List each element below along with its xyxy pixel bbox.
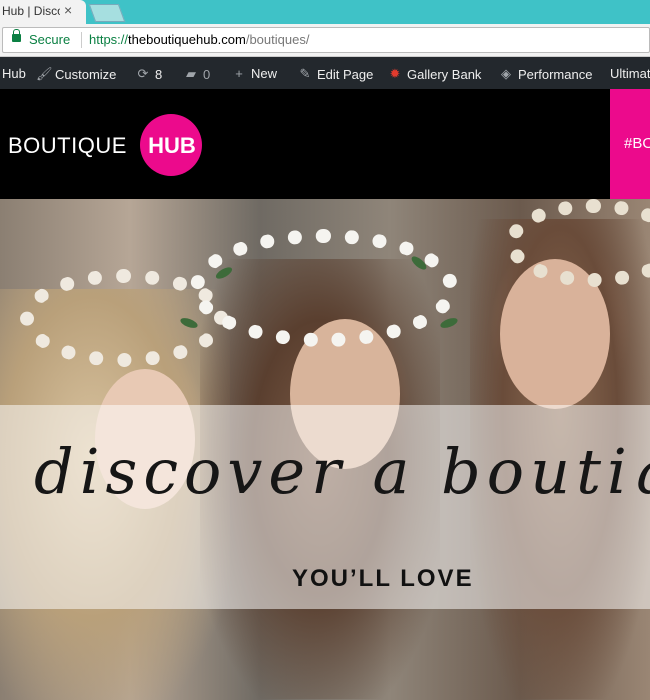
hashtag-text: #BO xyxy=(624,135,650,152)
wp-admin-bar: Hub 🖌 Customize ⟳ 8 ▰ 0 + New ✎ Edit Pag… xyxy=(0,57,650,89)
adminbar-performance-label: Performance xyxy=(518,66,593,82)
address-divider xyxy=(81,32,82,48)
new-tab-button[interactable] xyxy=(88,4,126,22)
pencil-icon: ✎ xyxy=(299,66,311,81)
lock-icon xyxy=(12,29,21,42)
comment-icon: ▰ xyxy=(186,66,196,81)
address-bar[interactable]: Secure https://theboutiquehub.com/boutiq… xyxy=(2,27,650,53)
adminbar-customize[interactable]: 🖌 Customize xyxy=(36,66,116,82)
adminbar-edit-page[interactable]: ✎ Edit Page xyxy=(298,66,374,82)
tab-title: Hub | Disco xyxy=(2,4,60,18)
url-path: /boutiques/ xyxy=(245,32,310,47)
cube-icon: ◈ xyxy=(501,66,511,81)
adminbar-site-name[interactable]: Hub xyxy=(2,66,26,81)
adminbar-performance[interactable]: ◈ Performance xyxy=(499,66,592,82)
url-text[interactable]: https://theboutiquehub.com/boutiques/ xyxy=(89,32,309,47)
adminbar-ultimate-label: Ultimat xyxy=(610,66,650,81)
adminbar-ultimate[interactable]: Ultimat xyxy=(610,66,650,81)
flower-crown-center xyxy=(190,229,458,347)
adminbar-gallery-bank-label: Gallery Bank xyxy=(407,66,482,82)
leaf-decoration xyxy=(439,316,459,330)
site-header: BOUTIQUE HUB #BO xyxy=(0,89,650,199)
adminbar-edit-page-label: Edit Page xyxy=(317,66,374,82)
adminbar-updates[interactable]: ⟳ 8 xyxy=(136,66,163,82)
adminbar-site-label: Hub xyxy=(2,66,26,81)
adminbar-new-label: New xyxy=(251,66,278,81)
browser-tab-strip: Hub | Disco × xyxy=(0,0,650,24)
adminbar-updates-count: 8 xyxy=(155,66,163,82)
tab-close-icon[interactable]: × xyxy=(64,2,72,18)
url-protocol: https:// xyxy=(89,32,129,47)
adminbar-comments[interactable]: ▰ 0 xyxy=(184,66,210,82)
hero-script-heading: discover a boutique xyxy=(34,435,650,508)
gallery-bank-icon: ✹ xyxy=(389,66,401,81)
paintbrush-icon: 🖌 xyxy=(36,66,53,81)
adminbar-customize-label: Customize xyxy=(55,66,117,82)
browser-toolbar: Secure https://theboutiquehub.com/boutiq… xyxy=(0,24,650,57)
url-domain: theboutiquehub.com xyxy=(128,32,246,47)
refresh-icon: ⟳ xyxy=(137,66,149,81)
plus-icon: + xyxy=(235,66,243,81)
hero-image: discover a boutique YOU’LL LOVE xyxy=(0,199,650,700)
secure-label[interactable]: Secure xyxy=(29,32,70,47)
adminbar-new[interactable]: + New xyxy=(232,66,277,81)
logo-boutique-text[interactable]: BOUTIQUE xyxy=(8,133,127,159)
logo-hub-text[interactable]: HUB xyxy=(146,133,198,159)
browser-tab[interactable]: Hub | Disco × xyxy=(0,0,86,24)
hero-tagline: YOU’LL LOVE xyxy=(292,565,474,592)
adminbar-gallery-bank[interactable]: ✹ Gallery Bank xyxy=(388,66,482,82)
adminbar-comments-count: 0 xyxy=(203,66,211,82)
